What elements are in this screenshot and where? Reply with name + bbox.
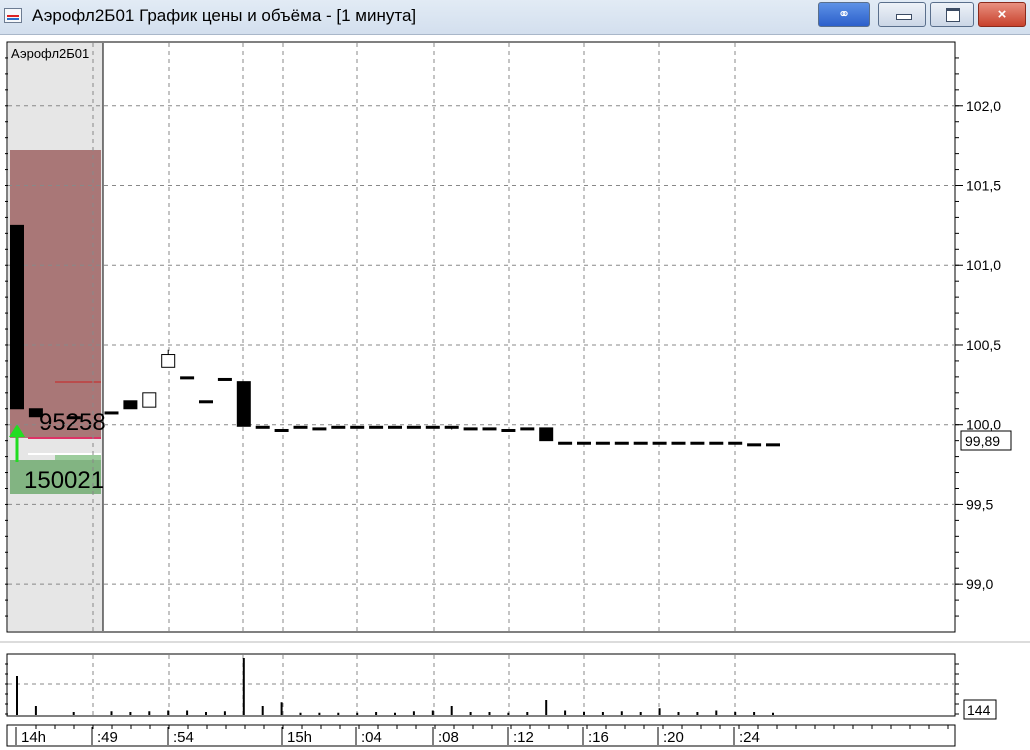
bid-volume: 150021: [24, 467, 104, 494]
candle-down: [747, 443, 762, 447]
candle-down: [690, 441, 705, 445]
time-tick-label: :04: [361, 729, 382, 746]
candle-down: [501, 428, 516, 432]
candle-down: [217, 377, 232, 381]
time-tick-label: :24: [739, 729, 760, 746]
price-tick-label: 100,5: [966, 337, 1001, 353]
candle-down: [652, 441, 667, 445]
last-volume-label: 144: [967, 702, 991, 718]
candle-down: [236, 381, 251, 427]
candle-down: [10, 224, 24, 410]
time-tick-label: :16: [588, 729, 609, 746]
candle-down: [558, 441, 573, 445]
candle-down: [406, 425, 421, 429]
time-tick-label: :08: [438, 729, 459, 746]
candle-down: [633, 441, 648, 445]
candle-down: [331, 425, 346, 429]
candle-down: [350, 425, 365, 429]
candle-down: [293, 425, 308, 429]
candle-down: [614, 441, 629, 445]
candle-down: [180, 376, 195, 380]
price-tick-label: 102,0: [966, 98, 1001, 114]
time-tick-label: 14h: [21, 729, 46, 746]
candle-down: [123, 400, 138, 410]
current-price-label: 99,89: [965, 433, 1000, 449]
ask-volume: 95258: [39, 409, 106, 436]
candle-down: [66, 416, 81, 420]
candle-down: [463, 427, 478, 431]
time-axis: [6, 724, 956, 747]
candle-down: [766, 443, 780, 447]
volume-plot-area[interactable]: [6, 653, 956, 717]
time-tick-label: :20: [663, 729, 684, 746]
candle-down: [274, 428, 289, 432]
candle-down: [199, 400, 213, 404]
candle-down: [482, 427, 497, 431]
candle-down: [369, 425, 384, 429]
candle-down: [539, 427, 554, 442]
price-tick-label: 100,0: [966, 417, 1001, 433]
time-tick-label: :54: [173, 729, 194, 746]
price-plot-area[interactable]: [6, 41, 956, 633]
price-tick-label: 99,5: [966, 496, 993, 512]
candle-down: [312, 427, 327, 431]
price-tick-label: 101,0: [966, 257, 1001, 273]
price-volume-chart[interactable]: Аэрофл2Б01 95258 150021 99,0 99,5 100,0 100…: [0, 0, 1030, 750]
candle-down: [520, 427, 535, 431]
candle-down: [388, 425, 402, 429]
candle-down: [671, 441, 686, 445]
candle-down: [444, 425, 459, 429]
time-tick-label: :49: [97, 729, 118, 746]
price-tick-label: 99,0: [966, 576, 993, 592]
candle-down: [595, 441, 610, 445]
candle-down: [425, 425, 440, 429]
candle-down: [709, 441, 724, 445]
candle-up: [142, 392, 157, 408]
candle-down: [255, 425, 270, 429]
candle-up: [161, 354, 176, 368]
instrument-label: Аэрофл2Б01: [11, 46, 89, 61]
time-tick-label: :12: [513, 729, 534, 746]
candle-down: [577, 441, 591, 445]
candle-down: [28, 408, 43, 418]
candle-down: [728, 441, 743, 445]
price-tick-label: 101,5: [966, 178, 1001, 194]
candle-down: [104, 411, 119, 415]
time-tick-label: 15h: [287, 729, 312, 746]
